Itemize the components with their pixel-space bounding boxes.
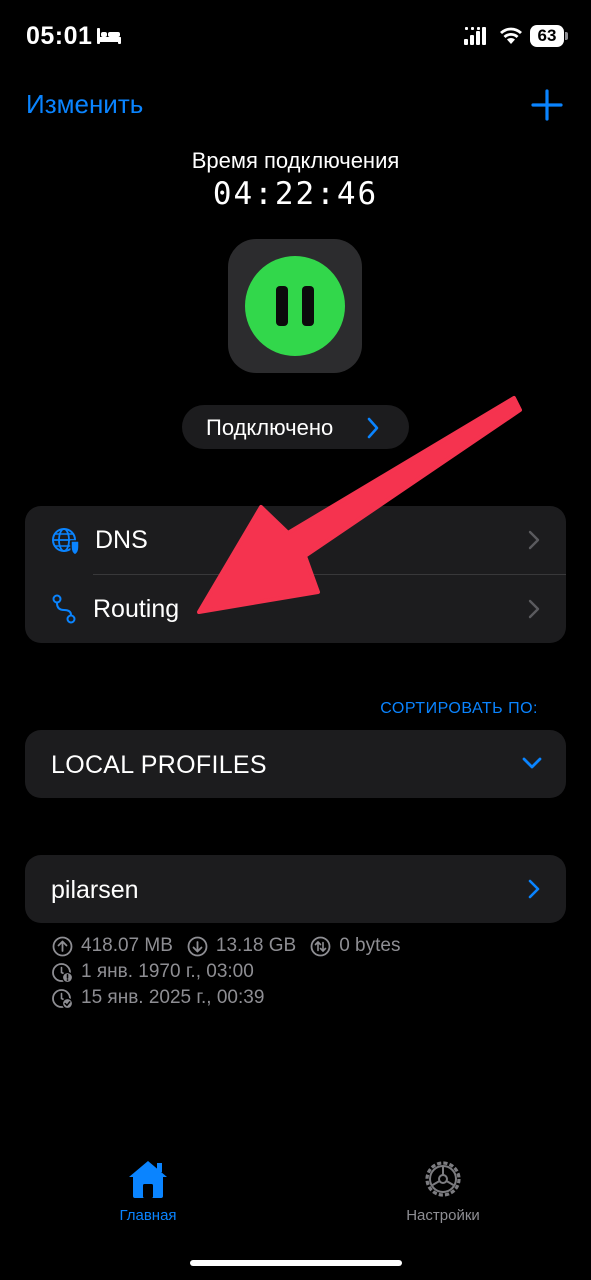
profile-card[interactable]: pilarsen: [25, 855, 566, 923]
pause-bar-right: [302, 286, 314, 326]
connection-time-value: 04:22:46: [212, 176, 379, 212]
settings-row-label: DNS: [95, 526, 148, 554]
tab-settings-label: Настройки: [406, 1207, 480, 1224]
clock-checkmark-icon: [52, 988, 73, 1009]
sort-label[interactable]: СОРТИРОВАТЬ ПО:: [0, 700, 538, 718]
bed-icon: [97, 28, 121, 44]
connection-toggle-button[interactable]: [228, 239, 362, 373]
wifi-icon: [500, 27, 522, 44]
house-icon: [129, 1161, 167, 1198]
connection-time-label: Время подключения: [191, 148, 400, 173]
status-bar: 05:01 63: [0, 0, 591, 72]
tab-settings[interactable]: Настройки: [383, 1158, 503, 1224]
settings-row-label: Routing: [93, 595, 180, 623]
created-value: 1 янв. 1970 г., 03:00: [81, 961, 254, 982]
edit-button[interactable]: Изменить: [26, 89, 143, 120]
profile-source-dropdown[interactable]: LOCAL PROFILES: [25, 730, 566, 798]
created-stat: 1 янв. 1970 г., 03:00: [52, 959, 414, 985]
cellular-signal-icon: [464, 27, 486, 45]
pause-icon: [245, 256, 345, 356]
battery-indicator: 63: [530, 25, 568, 47]
home-indicator: [190, 1260, 402, 1266]
arrows-up-down-circle-icon: [310, 936, 331, 956]
arrow-down-circle-icon: [187, 936, 208, 956]
chevron-right-icon: [528, 879, 540, 899]
profile-name: pilarsen: [51, 876, 139, 904]
settings-group: DNS Routing: [25, 506, 566, 643]
chevron-down-icon: [522, 757, 542, 769]
profile-source-value: LOCAL PROFILES: [51, 751, 267, 779]
battery-level: 63: [530, 25, 564, 47]
settings-row-routing[interactable]: Routing: [25, 575, 566, 643]
updated-value: 15 янв. 2025 г., 00:39: [81, 987, 265, 1008]
profile-stats: 418.07 MB 13.18 GB 0 bytes 1 янв. 1970 г…: [52, 933, 414, 1011]
updated-stat: 15 янв. 2025 г., 00:39: [52, 985, 414, 1011]
chevron-right-icon: [528, 530, 540, 550]
route-icon: [52, 594, 76, 624]
tab-home-label: Главная: [119, 1207, 177, 1224]
globe-shield-icon: [52, 528, 80, 556]
connection-status-label: Подключено: [206, 415, 334, 440]
download-stat: 13.18 GB: [187, 935, 296, 957]
connection-status-button[interactable]: Подключено: [182, 405, 409, 449]
upload-value: 418.07 MB: [81, 935, 173, 956]
status-time: 05:01: [26, 22, 93, 50]
gear-icon: [425, 1161, 461, 1197]
total-value: 0 bytes: [339, 935, 401, 956]
pause-bar-left: [276, 286, 288, 326]
total-stat: 0 bytes: [310, 935, 400, 957]
chevron-right-icon: [528, 599, 540, 619]
tab-home[interactable]: Главная: [88, 1158, 208, 1224]
download-value: 13.18 GB: [215, 935, 297, 956]
upload-stat: 418.07 MB: [52, 935, 173, 957]
traffic-stats: 418.07 MB 13.18 GB 0 bytes: [52, 933, 414, 959]
clock-exclamation-icon: [52, 962, 73, 983]
arrow-up-circle-icon: [52, 936, 73, 956]
chevron-right-icon: [367, 417, 379, 439]
plus-icon[interactable]: [530, 88, 564, 122]
settings-row-dns[interactable]: DNS: [25, 506, 566, 574]
battery-cap: [565, 32, 568, 40]
